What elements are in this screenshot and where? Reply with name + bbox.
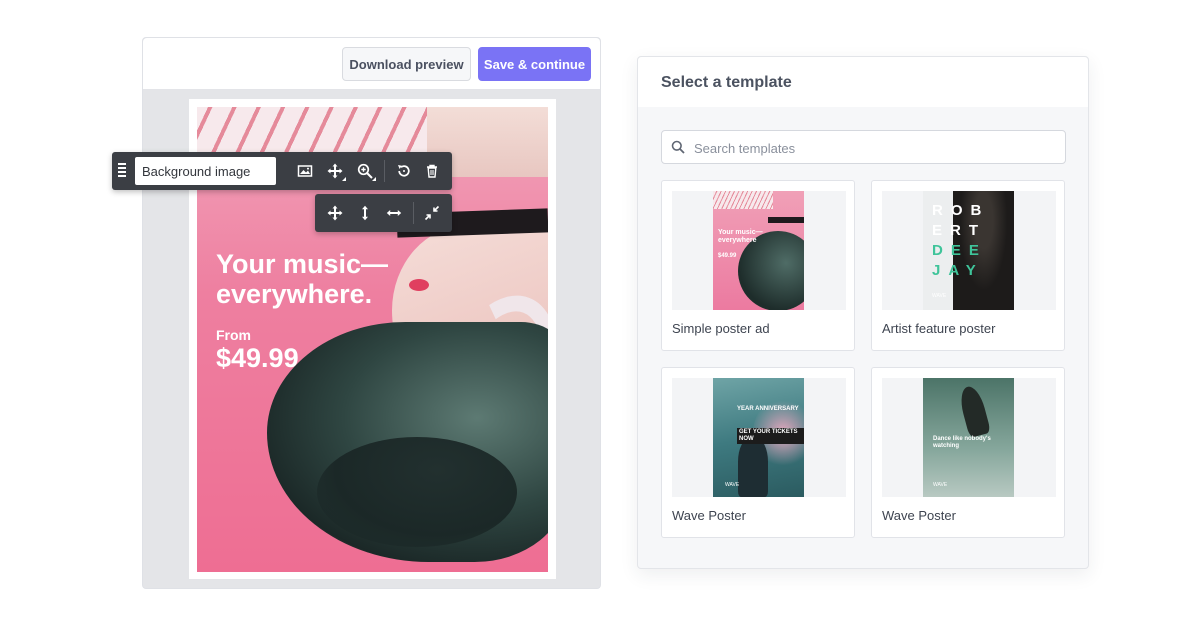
search-icon [671,140,685,154]
template-thumbnail: Dance like nobody's watching WAVE [923,378,1014,497]
template-card-label: Wave Poster [672,508,746,523]
horizontal-resize-icon[interactable] [379,198,409,228]
template-card-wave-poster-1[interactable]: YEAR ANNIVERSARY GET YOUR TICKETS NOW WA… [661,367,855,538]
template-thumbnail: YEAR ANNIVERSARY GET YOUR TICKETS NOW WA… [713,378,804,497]
template-panel: Select a template Your music—everywhere … [637,56,1089,569]
move-icon[interactable] [320,198,350,228]
editor-header: Download preview Save & continue [143,38,600,90]
thumbnail-text: YEAR ANNIVERSARY [737,406,799,412]
toolbar-divider [384,160,385,182]
poster-photo-hair-tips [317,437,517,547]
poster-price[interactable]: $49.99 [216,343,299,374]
rotate-icon[interactable] [389,156,419,186]
shrink-icon[interactable] [417,198,447,228]
download-preview-button[interactable]: Download preview [342,47,471,81]
image-icon[interactable] [290,156,320,186]
editor-panel: Download preview Save & continue Your mu… [142,37,601,589]
thumbnail-text: Dance like nobody's watching [933,436,991,449]
thumbnail-text: Your music—everywhere [718,229,763,244]
search-input[interactable] [694,137,1054,159]
layer-toolbar [112,152,452,190]
poster-headline[interactable]: Your music—everywhere. [216,249,416,309]
template-card-artist-feature-poster[interactable]: ROB ERT DEE JAY WAVE Artist feature post… [871,180,1065,351]
thumbnail-logo: WAVE [725,482,740,488]
vertical-resize-icon[interactable] [350,198,380,228]
resize-toolbar [315,194,452,232]
trash-icon[interactable] [417,156,447,186]
save-continue-button[interactable]: Save & continue [478,47,591,81]
poster-from-label[interactable]: From [216,327,251,343]
template-thumbnail: Your music—everywhere $49.99 [713,191,804,310]
template-card-wave-poster-2[interactable]: Dance like nobody's watching WAVE Wave P… [871,367,1065,538]
template-card-label: Simple poster ad [672,321,770,336]
move-icon[interactable] [320,156,350,186]
thumbnail-cta: GET YOUR TICKETS NOW [737,428,804,444]
thumbnail-logo: WAVE [933,482,948,488]
zoom-icon[interactable] [350,156,380,186]
template-panel-title: Select a template [661,74,792,91]
thumbnail-artist-name: ROB ERT DEE JAY [932,202,990,279]
thumbnail-logo: WAVE [932,293,947,299]
template-card-label: Wave Poster [882,508,956,523]
drag-handle-icon[interactable] [118,163,126,179]
template-panel-header: Select a template [638,57,1088,107]
template-card-simple-poster-ad[interactable]: Your music—everywhere $49.99 Simple post… [661,180,855,351]
template-card-label: Artist feature poster [882,321,996,336]
toolbar-divider [413,202,414,224]
layer-name-input[interactable] [135,157,276,185]
template-search[interactable] [661,130,1066,164]
thumbnail-price: $49.99 [718,253,737,259]
template-thumbnail: ROB ERT DEE JAY WAVE [923,191,1014,310]
